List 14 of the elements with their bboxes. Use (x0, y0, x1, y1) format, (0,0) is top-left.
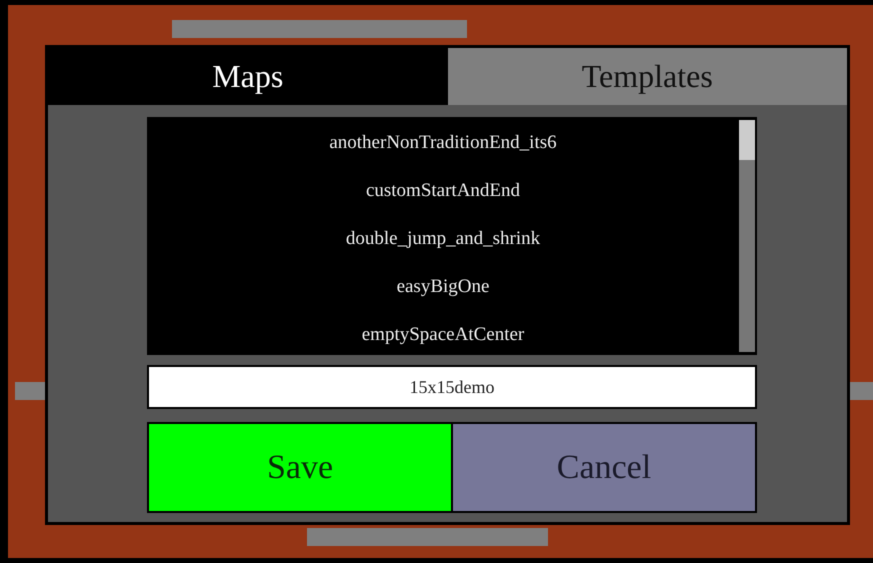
cancel-button[interactable]: Cancel (453, 424, 755, 511)
scrollbar-thumb[interactable] (739, 120, 755, 160)
map-item[interactable]: emptySpaceAtCenter (147, 311, 739, 359)
map-item[interactable]: anotherNonTraditionEnd_its6 (147, 119, 739, 167)
wall-bar (850, 382, 873, 400)
save-button[interactable]: Save (149, 424, 453, 511)
map-item[interactable]: easyBigOne (147, 263, 739, 311)
map-item[interactable]: double_jump_and_shrink (147, 215, 739, 263)
name-field[interactable]: 15x15demo (147, 365, 757, 409)
wall-bar (15, 382, 45, 400)
scrollbar[interactable] (739, 120, 755, 352)
map-item[interactable]: customStartAndEnd (147, 167, 739, 215)
tab[interactable]: Maps (48, 48, 448, 105)
tab[interactable]: Templates (448, 48, 847, 105)
